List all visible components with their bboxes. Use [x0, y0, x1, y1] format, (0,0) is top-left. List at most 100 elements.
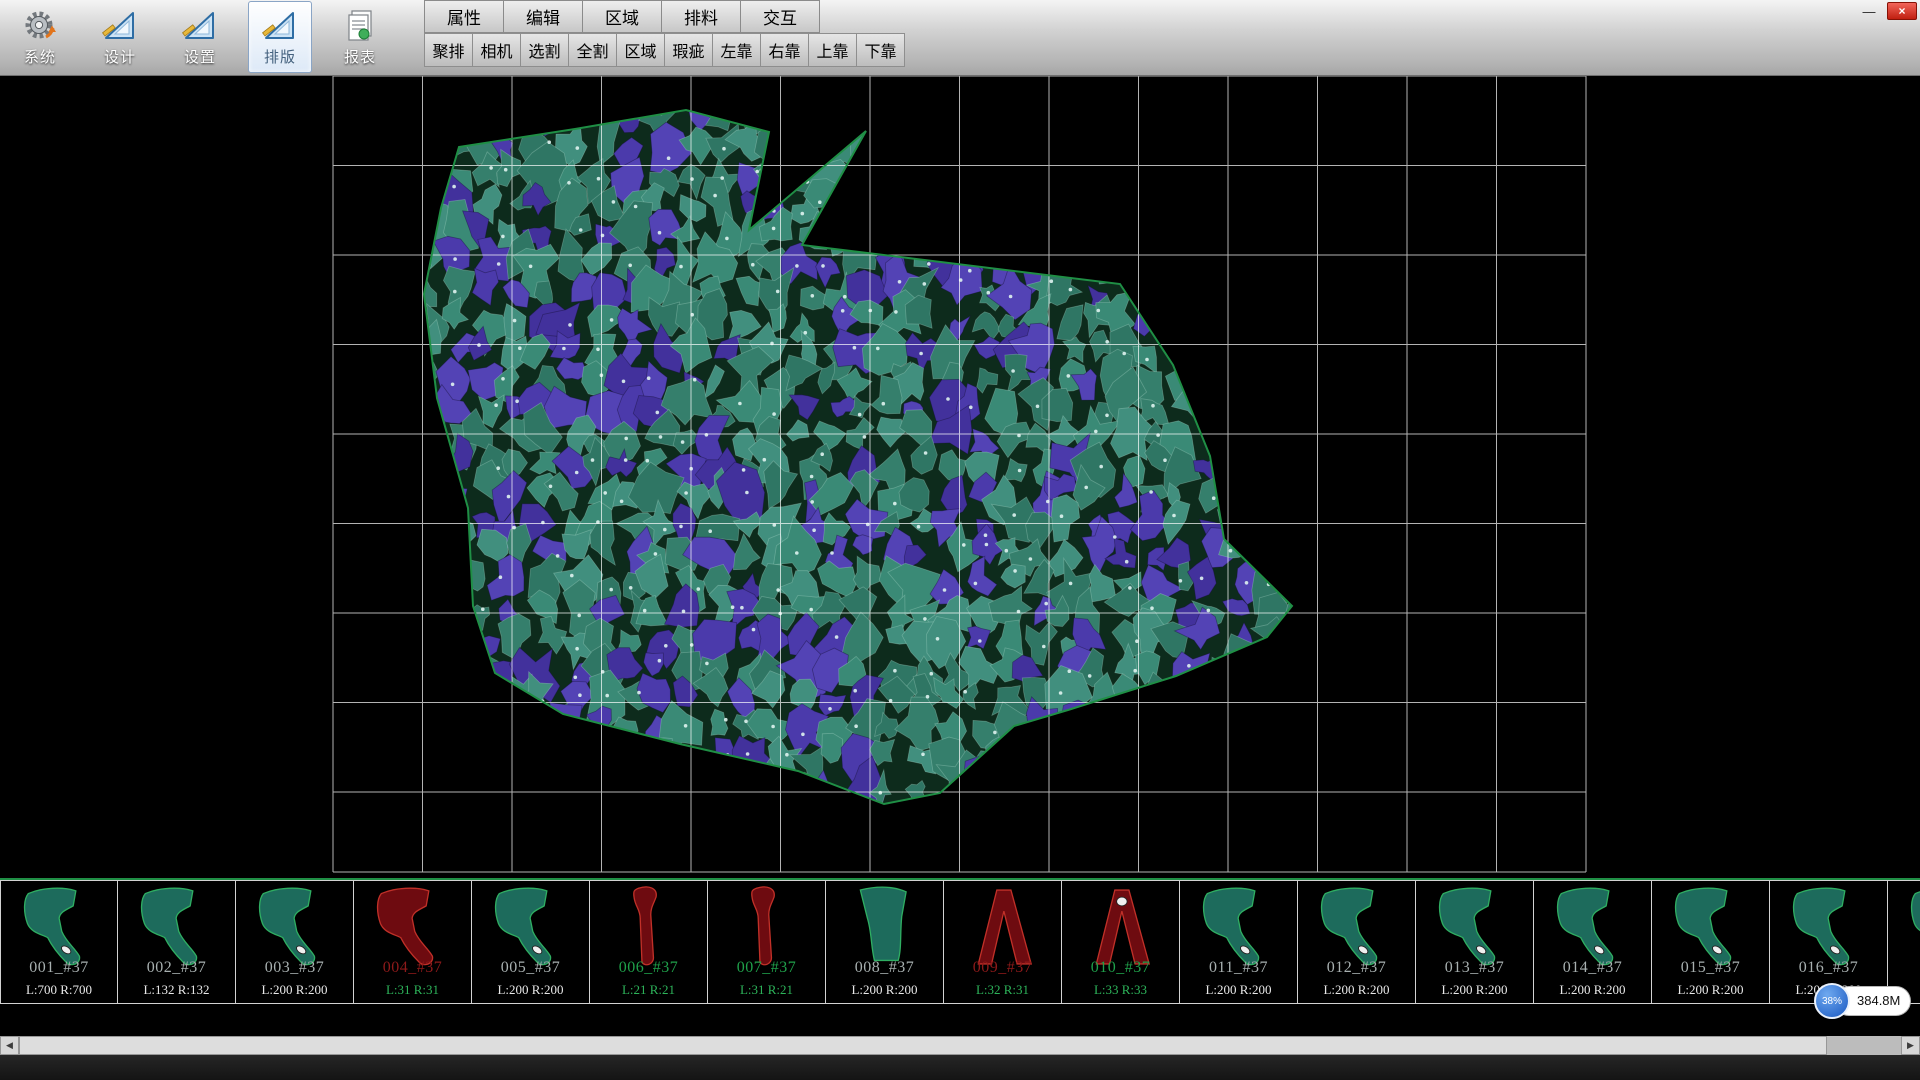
part-thumbnail-007_#37[interactable]: 007_#37 L:31 R:21	[708, 880, 826, 1004]
btn-align-left[interactable]: 左靠	[712, 33, 761, 67]
part-shape	[597, 883, 701, 971]
part-thumbnail-005_#37[interactable]: 005_#37L:200 R:200	[472, 880, 590, 1004]
minimize-button[interactable]: —	[1856, 2, 1882, 20]
tool-system[interactable]: 系统	[8, 1, 72, 73]
part-lr-label: L:200 R:200	[826, 982, 943, 998]
scroll-left-arrow[interactable]: ◀	[0, 1036, 19, 1055]
close-button[interactable]: ×	[1887, 2, 1917, 20]
part-thumbnail-015_#37[interactable]: 015_#37L:200 R:200	[1652, 880, 1770, 1004]
part-thumbnail-011_#37[interactable]: 011_#37 L:200 R:200	[1180, 880, 1298, 1004]
btn-region[interactable]: 区域	[616, 33, 665, 67]
part-id-label: 004_#37	[354, 959, 471, 977]
part-lr-label: L:200 R:200	[236, 982, 353, 998]
tab-properties[interactable]: 属性	[424, 0, 504, 33]
window-controls: — ×	[1856, 2, 1917, 20]
btn-camera[interactable]: 相机	[472, 33, 521, 67]
part-shape	[1895, 883, 1920, 971]
part-shape	[951, 883, 1055, 971]
part-thumbnail-010_#37[interactable]: 010_#37L:33 R:33	[1062, 880, 1180, 1004]
part-thumbnail-004_#37[interactable]: 004_#37 L:31 R:31	[354, 880, 472, 1004]
tab-interact[interactable]: 交互	[740, 0, 820, 33]
menu-area: 属性 编辑 区域 排料 交互 聚排 相机 选割 全割 区域 瑕疵 左靠 右靠 上…	[424, 0, 905, 67]
part-shape	[1777, 883, 1881, 971]
horizontal-scrollbar: ◀ ▶	[0, 1036, 1920, 1055]
app-window: 系统 设计	[0, 0, 1920, 1080]
part-thumbnail-001_#37[interactable]: 001_#37 L:700 R:700	[0, 880, 118, 1004]
part-id-label: 006_#37	[590, 959, 707, 977]
part-thumbnail-006_#37[interactable]: 006_#37 L:21 R:21	[590, 880, 708, 1004]
part-lr-label: L:200 R:200	[1298, 982, 1415, 998]
btn-align-top[interactable]: 上靠	[808, 33, 857, 67]
part-lr-label: L:200 R:200	[1652, 982, 1769, 998]
btn-cut-all[interactable]: 全割	[568, 33, 617, 67]
part-lr-label: L:700 R:700	[1, 982, 117, 998]
part-thumbnail-013_#37[interactable]: 013_#37 L:200 R:200	[1416, 880, 1534, 1004]
part-id-label: 013_#37	[1416, 959, 1533, 977]
part-shape	[1069, 883, 1173, 971]
part-shape	[1541, 883, 1645, 971]
tool-system-label: 系统	[24, 46, 56, 67]
btn-align-bottom[interactable]: 下靠	[856, 33, 905, 67]
part-thumbnail-002_#37[interactable]: 002_#37L:132 R:132	[118, 880, 236, 1004]
parts-strip: 001_#37 L:700 R:700002_#37L:132 R:132003_…	[0, 878, 1920, 1006]
part-id-label: 008_#37	[826, 959, 943, 977]
btn-defect[interactable]: 瑕疵	[664, 33, 713, 67]
btn-align-right[interactable]: 右靠	[760, 33, 809, 67]
tab-region[interactable]: 区域	[582, 0, 662, 33]
part-id-label: 016_#37	[1770, 959, 1887, 977]
part-lr-label: L:31 R:31	[354, 982, 471, 998]
tool-report[interactable]: 报表	[328, 1, 392, 73]
part-shape	[1305, 883, 1409, 971]
part-thumbnail-014_#37[interactable]: 014_#37 L:200 R:200	[1534, 880, 1652, 1004]
tool-nesting[interactable]: 排版	[248, 1, 312, 73]
part-id-label: 011_#37	[1180, 959, 1297, 977]
part-id-label: 014_#37	[1534, 959, 1651, 977]
set-square-icon	[102, 8, 138, 44]
menu-tab-row: 属性 编辑 区域 排料 交互	[424, 0, 905, 33]
tool-design[interactable]: 设计	[88, 1, 152, 73]
part-lr-label: L:21 R:21	[590, 982, 707, 998]
part-shape	[833, 883, 937, 971]
part-lr-label: L:32 R:31	[944, 982, 1061, 998]
btn-select-cut[interactable]: 选割	[520, 33, 569, 67]
part-shape	[1423, 883, 1527, 971]
report-document-icon	[342, 8, 378, 44]
part-id-label: 001_#37	[1, 959, 117, 977]
part-lr-label: L:200 R:200	[1180, 982, 1297, 998]
part-lr-label: L:200 R:200	[1534, 982, 1651, 998]
btn-cluster-nest[interactable]: 聚排	[424, 33, 473, 67]
part-id-label: 009_#37	[944, 959, 1061, 977]
part-id-label: 012_#37	[1298, 959, 1415, 977]
part-thumbnail-003_#37[interactable]: 003_#37 L:200 R:200	[236, 880, 354, 1004]
tool-report-label: 报表	[344, 46, 376, 67]
part-id-label: 007_#37	[708, 959, 825, 977]
scrollbar-track[interactable]	[19, 1036, 1901, 1055]
tool-design-label: 设计	[104, 46, 136, 67]
nesting-canvas[interactable]	[0, 76, 1920, 878]
part-id-label: 010_#37	[1062, 959, 1179, 977]
part-lr-label: L:31 R:21	[708, 982, 825, 998]
part-shape	[1659, 883, 1763, 971]
part-id-label: 003_#37	[236, 959, 353, 977]
tab-nesting[interactable]: 排料	[661, 0, 741, 33]
part-thumbnail-009_#37[interactable]: 009_#37 L:32 R:31	[944, 880, 1062, 1004]
scrollbar-thumb[interactable]	[19, 1036, 1827, 1055]
set-square-icon	[262, 8, 298, 44]
tool-settings[interactable]: 设置	[168, 1, 232, 73]
part-lr-label: L:132 R:132	[118, 982, 235, 998]
part-shape	[125, 883, 229, 971]
part-id-label: 005_#37	[472, 959, 589, 977]
tool-settings-label: 设置	[184, 46, 216, 67]
part-thumbnail-008_#37[interactable]: 008_#37 L:200 R:200	[826, 880, 944, 1004]
part-shape	[479, 883, 583, 971]
window-bottom-edge	[0, 1055, 1920, 1080]
main-toolbar: 系统 设计	[8, 1, 392, 75]
part-shape	[243, 883, 347, 971]
tab-edit[interactable]: 编辑	[503, 0, 583, 33]
scroll-right-arrow[interactable]: ▶	[1901, 1036, 1920, 1055]
part-shape	[8, 883, 112, 971]
part-shape	[361, 883, 465, 971]
part-thumbnail-012_#37[interactable]: 012_#37 L:200 R:200	[1298, 880, 1416, 1004]
progress-badge: 384.8M 38%	[1814, 982, 1909, 1020]
part-lr-label: L:200 R:200	[1416, 982, 1533, 998]
